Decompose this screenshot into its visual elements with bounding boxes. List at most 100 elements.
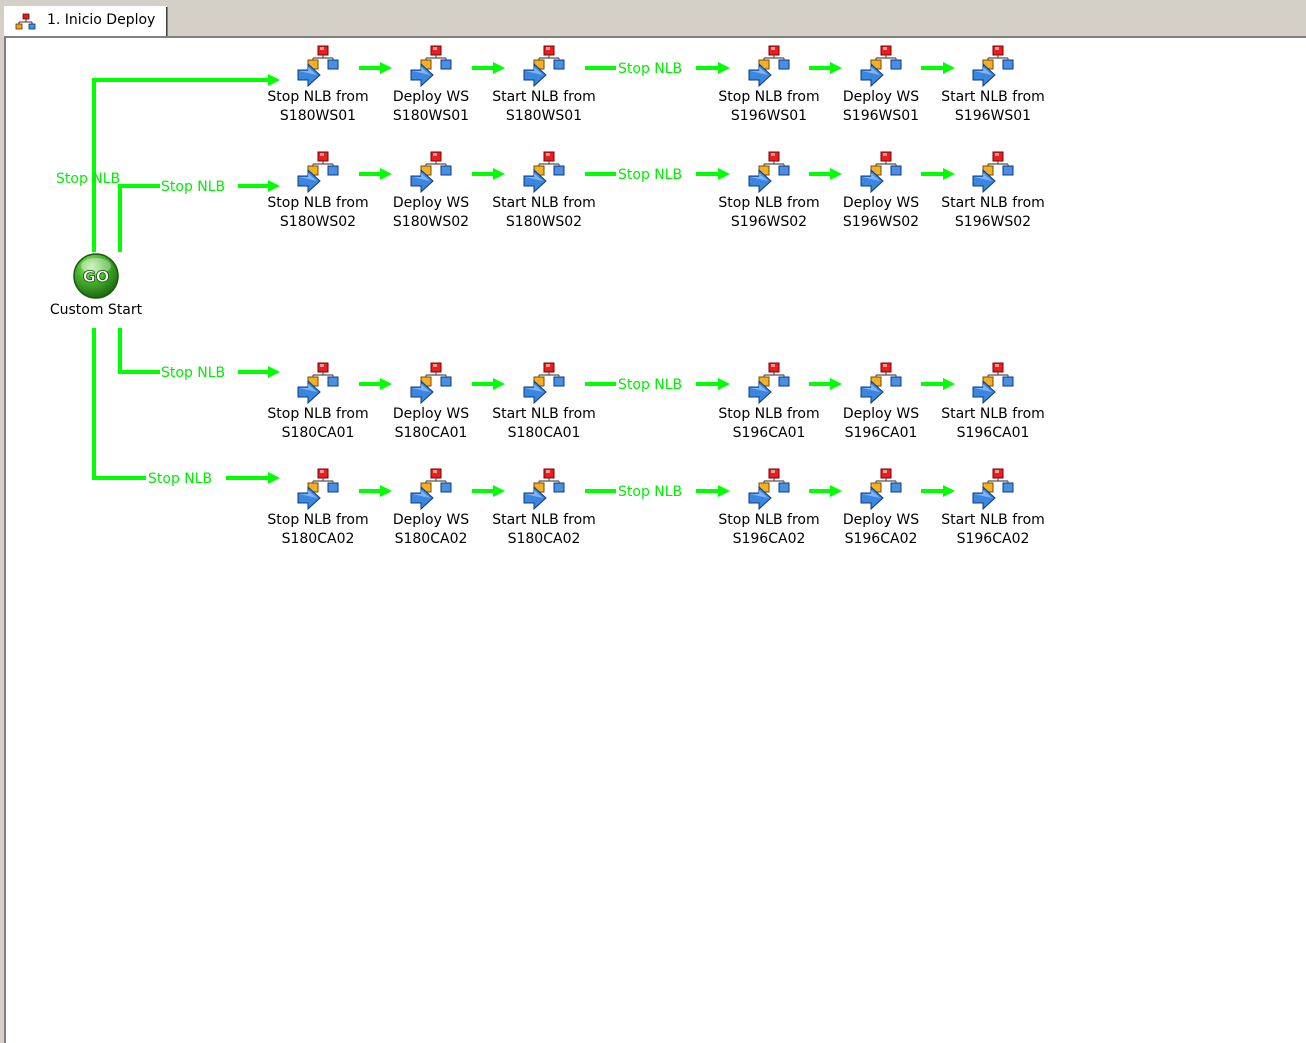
task-node-icon: [297, 362, 339, 405]
task-node-label-line1: Start NLB from: [941, 195, 1045, 211]
task-node-label-line1: Stop NLB from: [267, 89, 369, 105]
task-node-label-line2: S196CA01: [844, 425, 918, 441]
connector-label: Stop NLB: [618, 484, 682, 500]
task-node-label-line2: S180CA01: [507, 425, 581, 441]
task-node-icon: [523, 362, 565, 405]
task-node-icon: [297, 151, 339, 194]
task-node-label-line2: S180WS01: [392, 108, 470, 124]
task-node[interactable]: Stop NLB from S180WS02: [258, 150, 378, 232]
task-node[interactable]: Deploy WS S180CA02: [371, 467, 491, 549]
workflow-canvas[interactable]: Stop NLB Stop NLB Stop NLB Stop NLB Stop NLB…: [4, 36, 1306, 1043]
tab-inicio-deploy[interactable]: 1. Inicio Deploy: [4, 6, 168, 36]
task-node[interactable]: Start NLB from S196WS01: [933, 44, 1053, 126]
task-node-icon: [972, 362, 1014, 405]
task-node-label-line1: Start NLB from: [492, 406, 596, 422]
task-node-label-line2: S180CA02: [507, 531, 581, 547]
task-node[interactable]: Stop NLB from S196WS01: [709, 44, 829, 126]
task-node-icon: [748, 468, 790, 511]
task-node[interactable]: Deploy WS S180CA01: [371, 361, 491, 443]
task-node[interactable]: Stop NLB from S180WS01: [258, 44, 378, 126]
task-node-icon: [410, 151, 452, 194]
task-node-label-line1: Stop NLB from: [718, 195, 820, 211]
task-node[interactable]: Stop NLB from S196CA01: [709, 361, 829, 443]
task-node-label-line1: Deploy WS: [392, 406, 470, 422]
task-node[interactable]: Start NLB from S196CA02: [933, 467, 1053, 549]
task-node-label-line1: Stop NLB from: [267, 406, 369, 422]
task-node[interactable]: Deploy WS S180WS02: [371, 150, 491, 232]
task-node-icon: [748, 151, 790, 194]
task-node-label-line1: Deploy WS: [842, 406, 920, 422]
workflow-icon: [15, 13, 36, 30]
task-node[interactable]: Start NLB from S196WS02: [933, 150, 1053, 232]
task-node[interactable]: Start NLB from S180CA01: [484, 361, 604, 443]
task-node-label-line1: Stop NLB from: [718, 89, 820, 105]
task-node-label-line2: S196WS02: [730, 214, 808, 230]
task-node-label-line1: Deploy WS: [392, 512, 470, 528]
task-node-icon: [860, 45, 902, 88]
task-node-label-line1: Start NLB from: [492, 512, 596, 528]
task-node[interactable]: Stop NLB from S180CA01: [258, 361, 378, 443]
task-node-label-line2: S180WS02: [392, 214, 470, 230]
connector-path: [118, 328, 160, 374]
task-node-icon: [523, 468, 565, 511]
task-node-label-line1: Stop NLB from: [267, 512, 369, 528]
task-node-icon: [748, 45, 790, 88]
task-node-icon: [297, 468, 339, 511]
task-node[interactable]: Stop NLB from S196CA02: [709, 467, 829, 549]
task-node-icon: [860, 468, 902, 511]
task-node-icon: [410, 468, 452, 511]
go-button-icon[interactable]: GO: [72, 252, 120, 300]
task-node-label-line1: Deploy WS: [392, 195, 470, 211]
task-node[interactable]: Deploy WS S196CA02: [821, 467, 941, 549]
go-button-text: GO: [83, 267, 110, 286]
connector-label: Stop NLB: [618, 167, 682, 183]
task-node-label-line2: S180CA02: [281, 531, 355, 547]
task-node-label-line2: S196CA02: [732, 531, 806, 547]
task-node-label-line2: S180WS02: [279, 214, 357, 230]
task-node[interactable]: Deploy WS S180WS01: [371, 44, 491, 126]
connector-label: Stop NLB: [148, 471, 212, 487]
task-node[interactable]: Deploy WS S196WS01: [821, 44, 941, 126]
task-node-label-line1: Deploy WS: [842, 512, 920, 528]
task-node-label-line2: S180CA01: [394, 425, 468, 441]
task-node-label-line2: S180WS01: [279, 108, 357, 124]
custom-start-node[interactable]: GO Custom Start: [36, 252, 156, 318]
task-node-label-line2: S196CA01: [956, 425, 1030, 441]
task-node-label-line2: S196WS01: [954, 108, 1032, 124]
task-node-icon: [523, 151, 565, 194]
task-node-label-line1: Deploy WS: [842, 195, 920, 211]
task-node-icon: [297, 45, 339, 88]
task-node[interactable]: Start NLB from S180WS02: [484, 150, 604, 232]
task-node-label-line1: Stop NLB from: [718, 406, 820, 422]
task-node[interactable]: Deploy WS S196WS02: [821, 150, 941, 232]
custom-start-label: Custom Start: [49, 302, 143, 318]
task-node-label-line1: Start NLB from: [941, 89, 1045, 105]
task-node-icon: [410, 362, 452, 405]
task-node-label-line1: Stop NLB from: [718, 512, 820, 528]
task-node[interactable]: Deploy WS S196CA01: [821, 361, 941, 443]
task-node-label-line2: S196CA02: [844, 531, 918, 547]
task-node-label-line1: Deploy WS: [842, 89, 920, 105]
task-node-icon: [972, 45, 1014, 88]
connector-layer: Stop NLB Stop NLB Stop NLB Stop NLB Stop NLB…: [56, 61, 955, 500]
tab-label: 1. Inicio Deploy: [47, 12, 156, 28]
task-node-label-line2: S180WS01: [505, 108, 583, 124]
connector-label: Stop NLB: [618, 377, 682, 393]
task-node-label-line2: S196WS02: [954, 214, 1032, 230]
task-node[interactable]: Start NLB from S196CA01: [933, 361, 1053, 443]
connector-label: Stop NLB: [618, 61, 682, 77]
task-node-label-line2: S196CA01: [732, 425, 806, 441]
task-node-icon: [860, 362, 902, 405]
task-node-label-line1: Start NLB from: [492, 89, 596, 105]
connector-label: Stop NLB: [161, 365, 225, 381]
task-node[interactable]: Start NLB from S180CA02: [484, 467, 604, 549]
task-node-icon: [748, 362, 790, 405]
task-node-icon: [523, 45, 565, 88]
tab-bar: 1. Inicio Deploy: [0, 0, 1306, 38]
connector-path: [118, 184, 160, 252]
task-node[interactable]: Stop NLB from S180CA02: [258, 467, 378, 549]
task-node-label-line2: S196CA02: [956, 531, 1030, 547]
task-node[interactable]: Stop NLB from S196WS02: [709, 150, 829, 232]
task-node[interactable]: Start NLB from S180WS01: [484, 44, 604, 126]
task-node-label-line1: Start NLB from: [492, 195, 596, 211]
